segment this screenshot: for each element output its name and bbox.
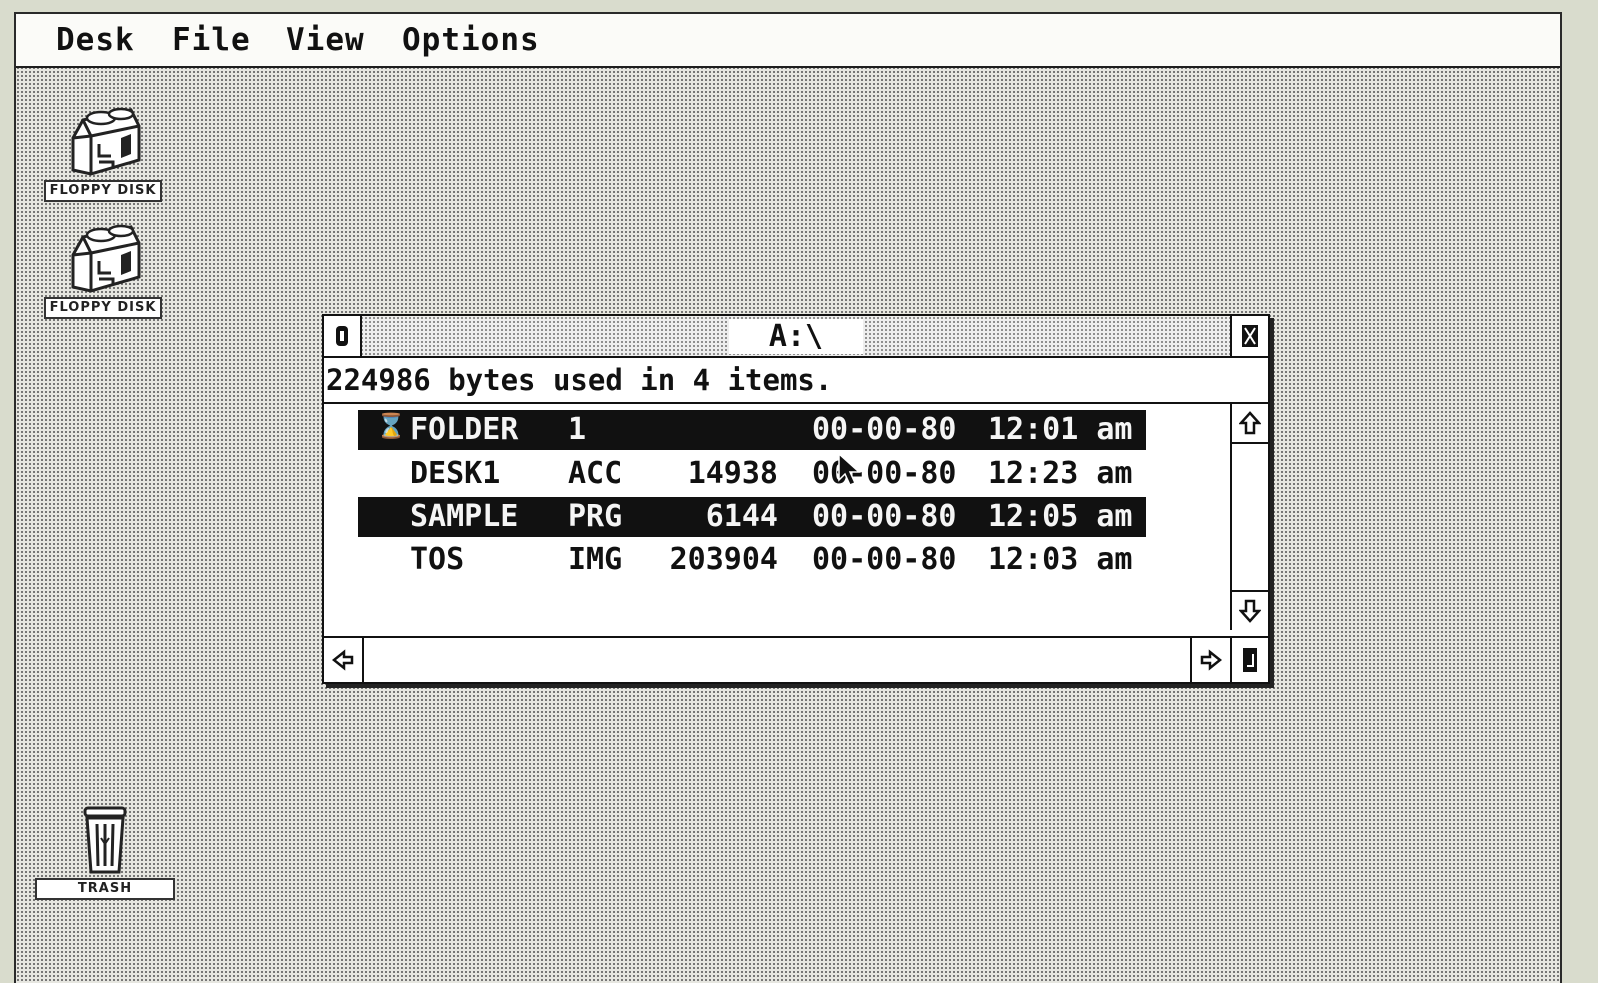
menu-bar: Desk File View Options [16, 14, 1560, 68]
file-row-tos[interactable]: TOS IMG 203904 00-00-80 12:03 am [358, 540, 1146, 580]
floppy-drive-icon [71, 224, 141, 293]
file-ext: 1 [568, 412, 587, 447]
menu-options[interactable]: Options [402, 22, 540, 58]
desktop: Desk File View Options FLOPPY DISK FLOPP… [14, 12, 1562, 983]
floppy-disk-b[interactable]: FLOPPY DISK [28, 221, 178, 319]
file-row-desk1[interactable]: DESK1 ACC 14938 00-00-80 12:23 am [358, 454, 1146, 494]
menu-file[interactable]: File [172, 22, 251, 58]
file-name: SAMPLE [410, 499, 519, 534]
menu-desk[interactable]: Desk [56, 22, 135, 58]
scroll-left-button[interactable] [324, 638, 364, 682]
window-title-area: A:\ [324, 319, 1268, 354]
scroll-right-button[interactable] [1190, 638, 1230, 682]
directory-window[interactable]: A:\ 224986 bytes used in 4 items. ⌛ FOLD… [322, 314, 1270, 684]
resize-icon [1243, 648, 1257, 672]
vertical-scrollbar[interactable] [1230, 404, 1268, 630]
folder-icon: ⌛ [376, 412, 406, 440]
file-row-folder[interactable]: ⌛ FOLDER 1 00-00-80 12:01 am [358, 410, 1146, 450]
mouse-pointer-icon [838, 452, 861, 486]
title-bar[interactable]: A:\ [324, 316, 1268, 358]
arrow-down-icon [1239, 599, 1261, 623]
trash-can-icon [83, 806, 127, 874]
file-date: 00-00-80 [812, 456, 957, 491]
file-name: TOS [410, 542, 465, 577]
floppy-disk-a-label: FLOPPY DISK [43, 180, 163, 202]
file-date: 00-00-80 [812, 499, 957, 534]
file-time: 12:05 am [988, 499, 1133, 534]
arrow-right-icon [1200, 649, 1223, 671]
trash[interactable]: TRASH [30, 804, 180, 900]
horizontal-scrollbar[interactable] [324, 636, 1268, 682]
file-time: 12:23 am [988, 456, 1133, 491]
file-row-sample[interactable]: SAMPLE PRG 6144 00-00-80 12:05 am [358, 497, 1146, 537]
file-name: DESK1 [410, 456, 501, 491]
scroll-up-button[interactable] [1232, 404, 1268, 444]
trash-label: TRASH [35, 878, 175, 900]
file-date: 00-00-80 [812, 542, 957, 577]
size-box[interactable] [1230, 638, 1268, 682]
scroll-down-button[interactable] [1232, 590, 1268, 630]
window-title: A:\ [728, 319, 864, 354]
arrow-up-icon [1239, 411, 1261, 435]
file-time: 12:01 am [988, 412, 1133, 447]
close-box-icon [336, 326, 348, 346]
info-line: 224986 bytes used in 4 items. [324, 358, 1268, 404]
file-time: 12:03 am [988, 542, 1133, 577]
file-size: 14938 [687, 456, 778, 491]
close-button[interactable] [324, 316, 362, 356]
fuller-box-icon [1242, 325, 1258, 347]
file-date: 00-00-80 [812, 412, 957, 447]
floppy-drive-icon [71, 107, 141, 176]
file-name: FOLDER [410, 412, 519, 447]
file-size: 6144 [705, 499, 778, 534]
floppy-disk-a[interactable]: FLOPPY DISK [28, 104, 178, 202]
menu-view[interactable]: View [286, 22, 365, 58]
file-size: 203904 [669, 542, 778, 577]
arrow-left-icon [331, 649, 354, 671]
file-list: ⌛ FOLDER 1 00-00-80 12:01 am DESK1 ACC 1… [324, 404, 1228, 630]
fuller-button[interactable] [1230, 316, 1268, 356]
floppy-disk-b-label: FLOPPY DISK [43, 297, 163, 319]
